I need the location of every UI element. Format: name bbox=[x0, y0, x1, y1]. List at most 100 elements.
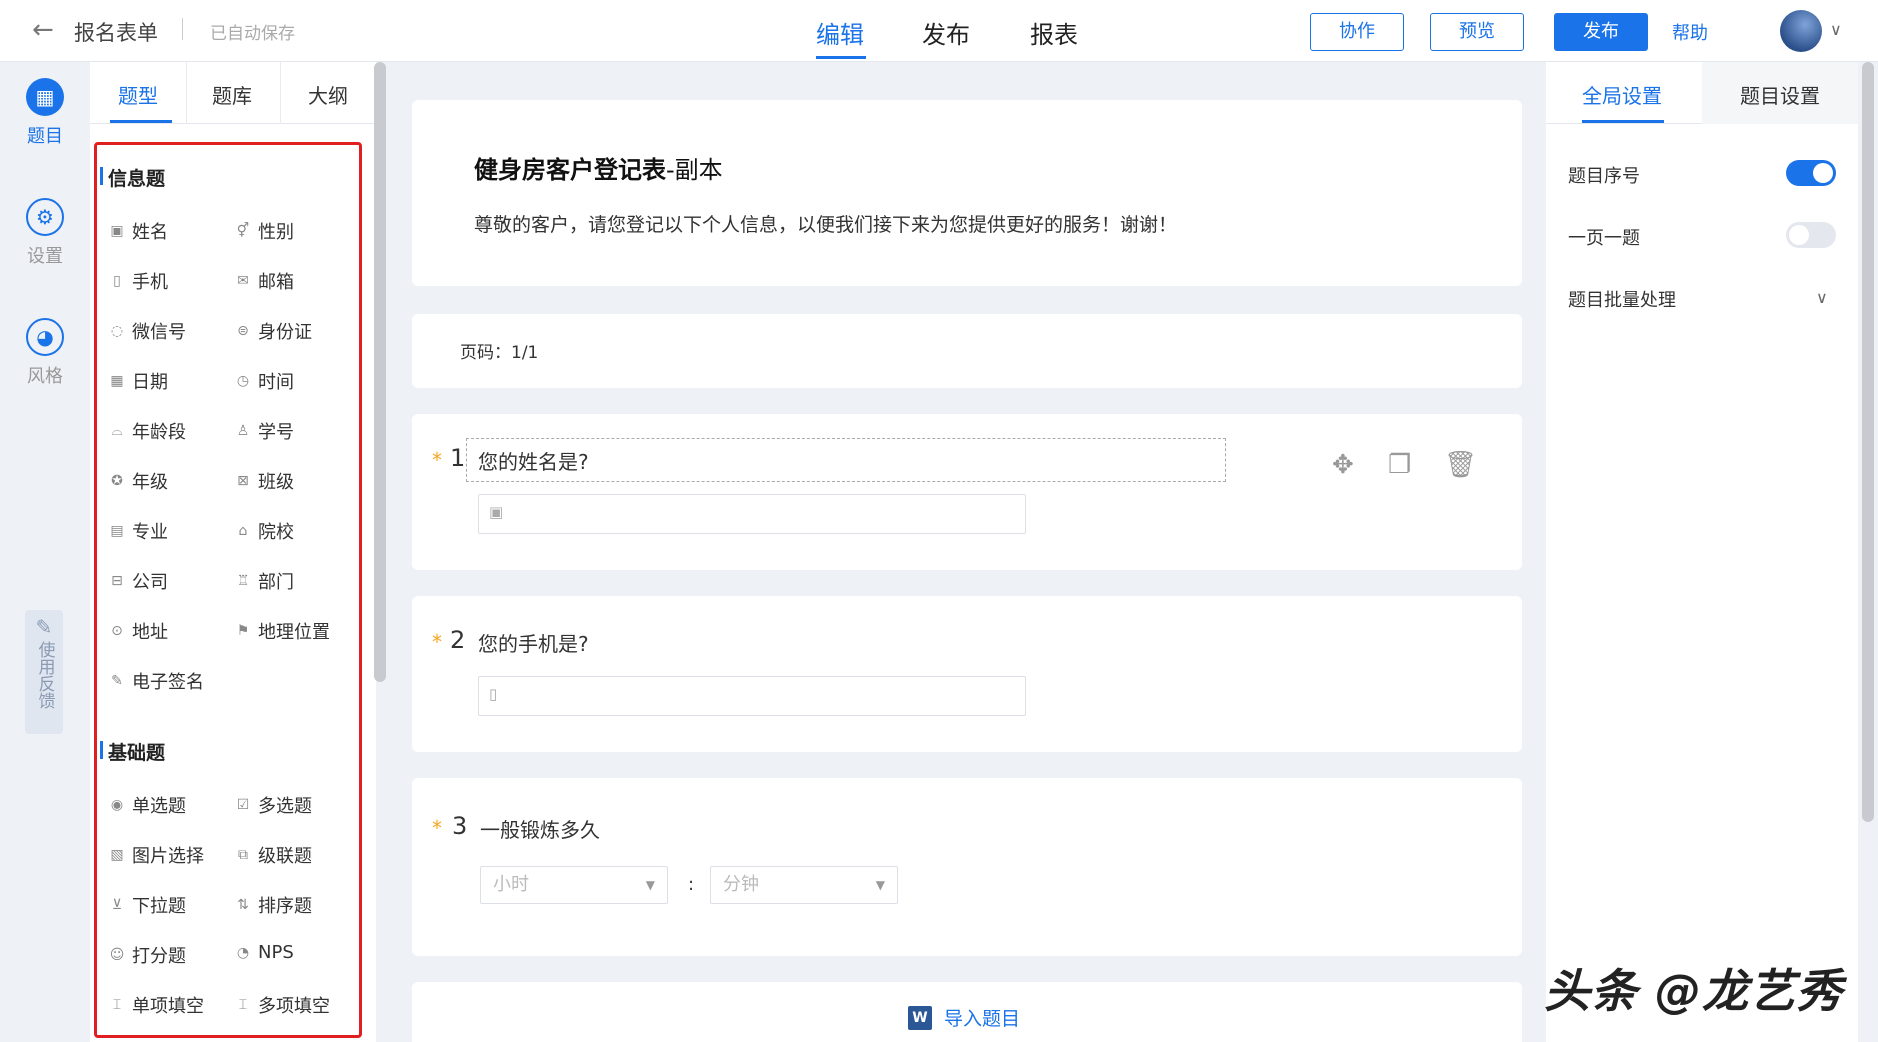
comp-nps[interactable]: ◔ NPS bbox=[234, 942, 294, 963]
comp-cascade[interactable]: ⧉ 级联题 bbox=[234, 842, 312, 868]
divider bbox=[280, 62, 281, 124]
comp-label: 年级 bbox=[132, 472, 168, 493]
panel-tabs: 题型 题库 大纲 bbox=[90, 62, 376, 124]
preview-button[interactable]: 预览 bbox=[1430, 13, 1524, 51]
move-icon[interactable]: ✥ bbox=[1332, 450, 1354, 480]
comp-dropdown[interactable]: ⊻ 下拉题 bbox=[108, 892, 186, 918]
answer-input[interactable]: ▣ bbox=[478, 494, 1026, 534]
chevron-down-icon[interactable]: ∨ bbox=[1816, 288, 1828, 307]
question-title[interactable]: 您的姓名是? bbox=[478, 446, 589, 475]
comp-label: 时间 bbox=[258, 372, 294, 393]
comp-id-number[interactable]: ⊜ 身份证 bbox=[234, 318, 312, 344]
panel-scrollbar[interactable] bbox=[374, 62, 386, 682]
checkbox-icon: ☑ bbox=[236, 797, 250, 813]
tab-question-settings[interactable]: 题目设置 bbox=[1740, 80, 1820, 109]
phone-icon: ▯ bbox=[489, 685, 498, 703]
import-questions-button[interactable]: W 导入题目 bbox=[908, 1004, 1020, 1031]
tab-report[interactable]: 报表 bbox=[1030, 15, 1078, 50]
chevron-circle-icon: ⊻ bbox=[111, 897, 123, 913]
comp-wechat[interactable]: ◌ 微信号 bbox=[108, 318, 186, 344]
comp-label: 排序题 bbox=[258, 896, 312, 917]
trash-icon[interactable]: 🗑 bbox=[1444, 450, 1477, 480]
id-card-icon: ▣ bbox=[110, 223, 124, 239]
question-card-3[interactable]: * 3 一般锻炼多久 小时 ▼ : 分钟 ▼ bbox=[412, 778, 1522, 956]
comp-date[interactable]: ▦ 日期 bbox=[108, 368, 168, 394]
comp-e-signature[interactable]: ✎ 电子签名 bbox=[108, 668, 204, 694]
settings-scrollbar[interactable] bbox=[1862, 62, 1874, 822]
comp-multi-choice[interactable]: ☑ 多选题 bbox=[234, 792, 312, 818]
answer-input[interactable]: ▯ bbox=[478, 676, 1026, 716]
setting-batch-process[interactable]: 题目批量处理 bbox=[1568, 286, 1676, 312]
comp-time[interactable]: ◷ 时间 bbox=[234, 368, 294, 394]
form-title: 报名表单 bbox=[74, 21, 158, 45]
comp-image-choice[interactable]: ▧ 图片选择 bbox=[108, 842, 204, 868]
star-icon: ✪ bbox=[111, 473, 123, 489]
clock-icon: ◷ bbox=[236, 373, 250, 389]
comp-company[interactable]: ⊟ 公司 bbox=[108, 568, 168, 594]
form-main-title[interactable]: 健身房客户登记表-副本 bbox=[474, 150, 723, 185]
import-label: 导入题目 bbox=[944, 1008, 1021, 1030]
comp-label: 班级 bbox=[258, 472, 294, 493]
required-star: * bbox=[432, 448, 442, 472]
arrow-left-icon[interactable]: ← bbox=[32, 17, 54, 43]
smile-icon: ☺ bbox=[109, 947, 125, 963]
comp-label: 多选题 bbox=[258, 796, 312, 817]
comp-student-id[interactable]: ♙ 学号 bbox=[234, 418, 294, 444]
comp-class[interactable]: ⊠ 班级 bbox=[234, 468, 294, 494]
tab-question-bank[interactable]: 题库 bbox=[212, 80, 252, 109]
one-per-page-toggle[interactable] bbox=[1786, 222, 1836, 248]
rail-item-label: 题目 bbox=[27, 126, 63, 147]
chevron-down-icon[interactable]: ∨ bbox=[1830, 20, 1842, 39]
comp-multi-fill[interactable]: ⌶ 多项填空 bbox=[234, 992, 330, 1018]
tab-underline bbox=[1582, 120, 1664, 123]
comp-department[interactable]: ♖ 部门 bbox=[234, 568, 294, 594]
comp-grade[interactable]: ✪ 年级 bbox=[108, 468, 168, 494]
comp-single-fill[interactable]: ⌶ 单项填空 bbox=[108, 992, 204, 1018]
hour-select[interactable]: 小时 ▼ bbox=[480, 866, 668, 904]
question-title[interactable]: 您的手机是? bbox=[478, 628, 589, 657]
tab-question-types[interactable]: 题型 bbox=[118, 80, 158, 109]
help-link[interactable]: 帮助 bbox=[1672, 19, 1708, 45]
comp-address[interactable]: ⊙ 地址 bbox=[108, 618, 168, 644]
minute-select[interactable]: 分钟 ▼ bbox=[710, 866, 898, 904]
import-card: W 导入题目 bbox=[412, 982, 1522, 1042]
comp-single-choice[interactable]: ◉ 单选题 bbox=[108, 792, 186, 818]
avatar[interactable] bbox=[1780, 10, 1822, 52]
tab-edit[interactable]: 编辑 bbox=[816, 15, 864, 50]
tab-global-settings[interactable]: 全局设置 bbox=[1582, 80, 1662, 109]
comp-label: 邮箱 bbox=[258, 272, 294, 293]
toggle-knob bbox=[1813, 163, 1833, 183]
publish-button[interactable]: 发布 bbox=[1554, 13, 1648, 51]
rail-item-settings[interactable]: ⚙ 设置 bbox=[0, 198, 90, 268]
comp-gender[interactable]: ⚥ 性别 bbox=[234, 218, 294, 244]
question-title[interactable]: 一般锻炼多久 bbox=[480, 814, 600, 843]
comp-major[interactable]: ▤ 专业 bbox=[108, 518, 168, 544]
collab-button[interactable]: 协作 bbox=[1310, 13, 1404, 51]
comp-age-range[interactable]: ⌓ 年龄段 bbox=[108, 418, 186, 444]
comp-label: 身份证 bbox=[258, 322, 312, 343]
question-card-1[interactable]: * 1 您的姓名是? ✥ ❐ 🗑 ▣ bbox=[412, 414, 1522, 570]
comp-geo-location[interactable]: ⚑ 地理位置 bbox=[234, 618, 330, 644]
form-description[interactable]: 尊敬的客户，请您登记以下个人信息，以便我们接下来为您提供更好的服务！谢谢！ bbox=[474, 210, 1177, 237]
rail-item-questions[interactable]: ▦ 题目 bbox=[0, 78, 90, 148]
comp-phone[interactable]: ▯ 手机 bbox=[108, 268, 168, 294]
copy-icon[interactable]: ❐ bbox=[1388, 450, 1411, 480]
comp-rating[interactable]: ☺ 打分题 bbox=[108, 942, 186, 968]
question-number-toggle[interactable] bbox=[1786, 160, 1836, 186]
form-header-card[interactable]: 健身房客户登记表-副本 尊敬的客户，请您登记以下个人信息，以便我们接下来为您提供… bbox=[412, 100, 1522, 286]
comp-school[interactable]: ⌂ 院校 bbox=[234, 518, 294, 544]
select-value: 分钟 bbox=[723, 874, 759, 895]
comp-label: 年龄段 bbox=[132, 422, 186, 443]
section-title-info: 信息题 bbox=[99, 164, 165, 191]
comp-email[interactable]: ✉ 邮箱 bbox=[234, 268, 294, 294]
comp-ranking[interactable]: ⇅ 排序题 bbox=[234, 892, 312, 918]
comp-name[interactable]: ▣ 姓名 bbox=[108, 218, 168, 244]
feedback-button[interactable]: ✎ 使用反馈 bbox=[25, 610, 63, 734]
rail-item-style[interactable]: ◕ 风格 bbox=[0, 318, 90, 388]
watermark: 头条 @龙艺秀 bbox=[1544, 964, 1844, 1018]
question-card-2[interactable]: * 2 您的手机是? ▯ bbox=[412, 596, 1522, 752]
tab-outline[interactable]: 大纲 bbox=[308, 80, 348, 109]
tab-publish[interactable]: 发布 bbox=[922, 15, 970, 50]
comp-label: 姓名 bbox=[132, 222, 168, 243]
title-suffix: -副本 bbox=[666, 156, 723, 184]
